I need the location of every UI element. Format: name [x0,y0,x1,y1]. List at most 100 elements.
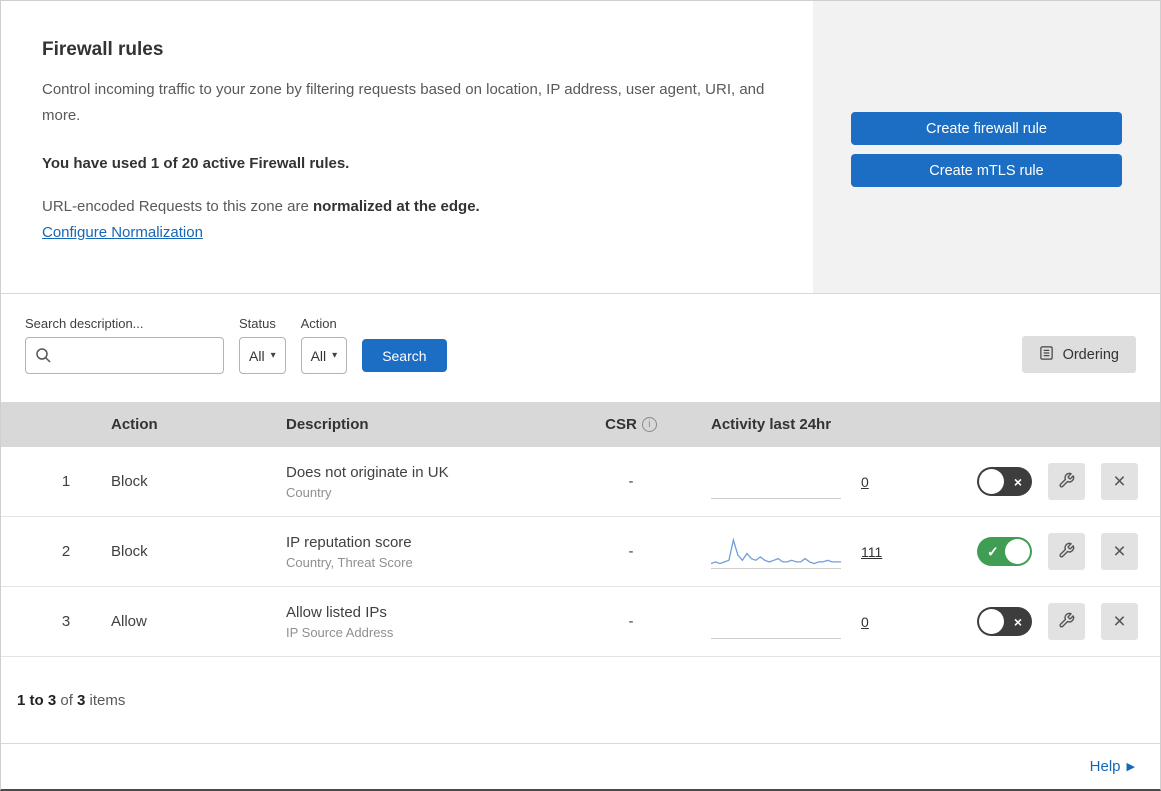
rule-csr-value: - [628,543,634,560]
rule-action: Allow [111,613,147,630]
ordering-icon [1039,345,1054,365]
rule-description-cell: IP reputation score Country, Threat Scor… [261,534,581,570]
rule-controls: ✓ × [931,533,1160,570]
close-icon: × [1113,540,1126,563]
normalization-bold: normalized at the edge. [313,198,480,215]
search-group: Search description... [25,316,224,374]
delete-rule-button[interactable]: × [1101,603,1138,640]
status-filter-value: All [249,347,265,364]
rule-activity-cell: 0 [681,605,931,639]
search-box [25,337,224,374]
rule-controls: × × [931,463,1160,500]
rule-enabled-toggle[interactable]: × [977,467,1032,496]
edit-rule-button[interactable] [1048,463,1085,500]
pagination-summary: 1 to 3 of 3 items [1,657,1160,743]
activity-sparkline [711,465,841,499]
rule-action: Block [111,543,148,560]
create-firewall-rule-button[interactable]: Create firewall rule [851,112,1122,145]
activity-count-link[interactable]: 0 [861,474,869,490]
page-title: Firewall rules [42,39,164,60]
usage-summary: You have used 1 of 20 active Firewall ru… [42,155,350,172]
activity-count-link[interactable]: 0 [861,614,869,630]
normalization-text: URL-encoded Requests to this zone are [42,198,313,215]
page-description: Control incoming traffic to your zone by… [42,81,765,124]
rule-description: Does not originate in UK [286,463,449,481]
intro-section: Firewall rules Control incoming traffic … [1,1,1160,294]
table-row: 3 Allow Allow listed IPs IP Source Addre… [1,587,1160,657]
search-button[interactable]: Search [362,339,447,372]
toggle-knob [979,469,1004,494]
rule-action: Block [111,473,148,490]
actions-panel: Create firewall rule Create mTLS rule [813,1,1160,293]
activity-count-link[interactable]: 111 [861,544,882,560]
table-row: 2 Block IP reputation score Country, Thr… [1,517,1160,587]
rule-activity-cell: 0 [681,465,931,499]
wrench-icon [1058,472,1075,492]
items-text: items [85,691,126,709]
delete-rule-button[interactable]: × [1101,463,1138,500]
rule-controls: × × [931,603,1160,640]
close-icon: × [1113,470,1126,493]
header-activity: Activity last 24hr [711,416,832,433]
wrench-icon [1058,612,1075,632]
rule-enabled-toggle[interactable]: ✓ [977,537,1032,566]
help-bar: Help ▶ [1,743,1160,789]
chevron-down-icon: ▾ [332,350,338,361]
rule-csr-value: - [628,473,634,490]
rule-description-cell: Does not originate in UK Country [261,464,581,500]
firewall-rules-page: Firewall rules Control incoming traffic … [0,0,1161,791]
help-link[interactable]: Help ▶ [1090,758,1135,775]
header-action: Action [111,416,158,433]
action-filter-label: Action [300,316,337,331]
toggle-state-icon: × [1013,473,1022,490]
search-icon [35,347,52,364]
rule-criteria: Country, Threat Score [286,554,413,570]
status-filter-dropdown[interactable]: All ▾ [239,337,286,374]
toggle-knob [979,609,1004,634]
ordering-label: Ordering [1062,346,1119,363]
rule-number: 2 [61,543,71,560]
arrow-right-icon: ▶ [1126,761,1135,773]
normalization-note: URL-encoded Requests to this zone are no… [42,198,773,215]
action-filter-group: Action All ▾ [300,316,348,374]
rule-criteria: IP Source Address [286,624,394,640]
toggle-state-icon: ✓ [987,543,999,559]
search-label: Search description... [25,316,144,331]
intro-panel: Firewall rules Control incoming traffic … [1,1,813,293]
header-csr: CSR i [581,416,681,433]
ordering-button[interactable]: Ordering [1021,336,1136,373]
toggle-state-icon: × [1013,613,1022,630]
help-label: Help [1089,758,1121,775]
table-header: Action Description CSR i Activity last 2… [1,402,1160,447]
chevron-down-icon: ▾ [270,350,276,361]
rule-description: Allow listed IPs [286,603,387,621]
create-mtls-rule-button[interactable]: Create mTLS rule [851,154,1122,187]
filter-bar: Search description... Status All ▾ Actio… [1,294,1160,402]
table-row: 1 Block Does not originate in UK Country… [1,447,1160,517]
header-description: Description [286,416,369,433]
close-icon: × [1113,610,1126,633]
action-filter-dropdown[interactable]: All ▾ [300,337,348,374]
info-icon[interactable]: i [641,417,657,432]
rule-description-cell: Allow listed IPs IP Source Address [261,604,581,640]
rule-activity-cell: 111 [681,535,931,569]
items-range: 1 to 3 [17,691,57,709]
rule-criteria: Country [286,484,332,500]
toggle-knob [1005,539,1030,564]
search-input[interactable] [25,337,224,374]
activity-sparkline [711,535,841,569]
rule-csr-value: - [628,613,634,630]
edit-rule-button[interactable] [1048,533,1085,570]
action-filter-value: All [310,347,327,364]
wrench-icon [1058,542,1075,562]
delete-rule-button[interactable]: × [1101,533,1138,570]
rule-enabled-toggle[interactable]: × [977,607,1032,636]
rule-number: 1 [61,473,71,490]
configure-normalization-link[interactable]: Configure Normalization [42,224,203,241]
header-csr-label: CSR [605,416,637,433]
activity-sparkline [711,605,841,639]
edit-rule-button[interactable] [1048,603,1085,640]
rule-number: 3 [61,613,71,630]
status-filter-label: Status [239,316,276,331]
status-filter-group: Status All ▾ [239,316,286,374]
